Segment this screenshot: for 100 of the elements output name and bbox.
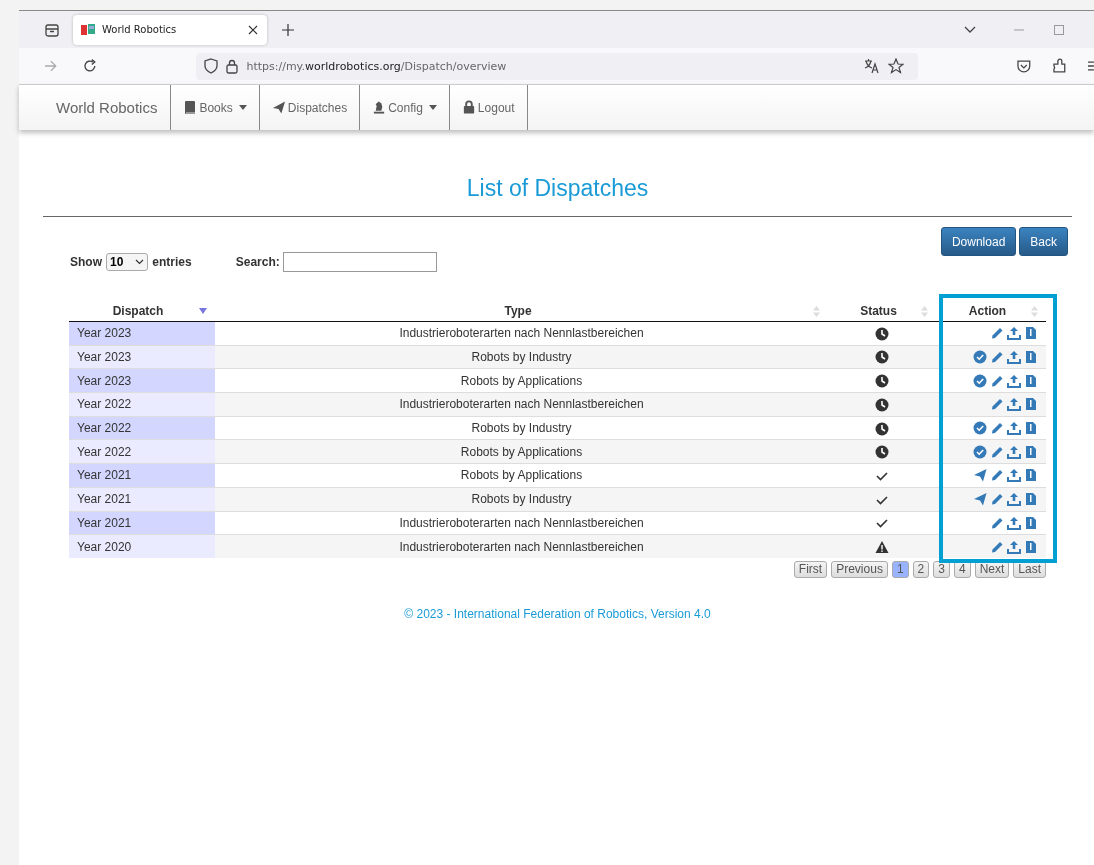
column-header[interactable]: Action (936, 301, 1046, 322)
table-cell: Year 2023 (69, 345, 215, 369)
search-label: Search: (235, 255, 280, 269)
pencil-icon[interactable] (990, 492, 1004, 507)
nav-menu-item[interactable]: Logout (449, 85, 528, 130)
lock-icon (226, 58, 239, 74)
pencil-icon[interactable] (990, 421, 1004, 436)
paper-plane-icon (271, 100, 286, 115)
file-icon[interactable] (1024, 373, 1038, 388)
file-icon[interactable] (1024, 350, 1038, 365)
pencil-icon[interactable] (990, 468, 1004, 483)
file-icon[interactable] (1024, 397, 1038, 412)
star-icon[interactable] (887, 58, 904, 74)
upload-icon[interactable] (1007, 373, 1021, 388)
clock-icon (875, 397, 889, 412)
table-cell: Year 2021 (69, 511, 215, 535)
file-icon[interactable] (1024, 421, 1038, 436)
nav-menu-item[interactable]: Dispatches (259, 85, 361, 130)
entries-select[interactable]: 10 (106, 253, 149, 271)
maximize-icon[interactable] (1054, 24, 1064, 35)
pencil-icon[interactable] (990, 373, 1004, 388)
upload-icon[interactable] (1007, 539, 1021, 554)
table-cell: Year 2022 (69, 416, 215, 440)
paper-plane-icon[interactable] (973, 492, 987, 507)
pencil-icon[interactable] (990, 397, 1004, 412)
show-label: Show (70, 255, 102, 269)
site-favicon-icon (81, 22, 95, 37)
file-icon[interactable] (1024, 468, 1038, 483)
column-header[interactable]: Type (215, 301, 828, 322)
pencil-icon[interactable] (990, 539, 1004, 554)
table-cell: Year 2022 (69, 439, 215, 464)
browser-tab[interactable]: World Robotics (73, 14, 267, 45)
clock-icon (875, 350, 889, 365)
check-circle-icon[interactable] (973, 373, 987, 388)
brand-link[interactable]: World Robotics (19, 85, 172, 130)
upload-icon[interactable] (1007, 421, 1021, 436)
file-icon[interactable] (1024, 539, 1038, 554)
table-cell: Robots by Applications (215, 463, 828, 488)
pencil-icon[interactable] (990, 350, 1004, 365)
upload-icon[interactable] (1007, 515, 1021, 530)
close-icon[interactable] (248, 24, 258, 35)
table-cell: Robots by Industry (215, 345, 828, 369)
upload-icon[interactable] (1007, 350, 1021, 365)
pagination-button[interactable]: 1 (891, 560, 909, 578)
upload-icon[interactable] (1007, 326, 1021, 341)
reload-icon[interactable] (82, 59, 97, 73)
clock-icon (875, 445, 889, 460)
check-circle-icon[interactable] (973, 444, 987, 459)
upload-icon[interactable] (1007, 397, 1021, 412)
file-icon[interactable] (1024, 492, 1038, 507)
address-bar[interactable]: https://my.worldrobotics.org/Dispatch/overview (196, 52, 918, 80)
sort-descending-icon (199, 308, 207, 314)
tab-overview-icon[interactable] (44, 21, 60, 38)
chevron-down-icon (135, 259, 145, 265)
paper-plane-icon[interactable] (973, 468, 987, 483)
table-cell: Industrieroboterarten nach Nennlastbereichen (215, 392, 828, 417)
nav-menu-item[interactable]: Books (171, 85, 260, 130)
pencil-icon[interactable] (990, 444, 1004, 459)
checkmark-icon (875, 516, 889, 531)
new-tab-icon[interactable] (282, 23, 294, 36)
search-field[interactable] (282, 252, 437, 272)
pagination-button[interactable]: First (793, 560, 828, 578)
pencil-icon[interactable] (990, 326, 1004, 341)
table-cell: Industrieroboterarten nach Nennlastbereichen (215, 511, 828, 535)
upload-icon[interactable] (1007, 444, 1021, 459)
action-button[interactable]: Back (1019, 227, 1068, 256)
pencil-icon[interactable] (990, 515, 1004, 530)
check-circle-icon[interactable] (973, 421, 987, 436)
pagination-button[interactable]: Previous (831, 560, 888, 578)
check-circle-icon[interactable] (973, 350, 987, 365)
entries-label: entries (152, 255, 192, 269)
file-icon[interactable] (1024, 444, 1038, 459)
shield-icon (204, 58, 219, 74)
table-cell: Year 2023 (69, 368, 215, 393)
file-icon[interactable] (1024, 515, 1038, 530)
table-cell: Year 2022 (69, 392, 215, 417)
table-cell: Robots by Applications (215, 439, 828, 464)
table-cell: Year 2021 (69, 463, 215, 488)
pocket-icon[interactable] (1015, 58, 1032, 74)
nav-menu-item[interactable]: Config (360, 85, 450, 130)
upload-icon[interactable] (1007, 492, 1021, 507)
table-cell: Year 2021 (69, 487, 215, 511)
tab-title: World Robotics (102, 24, 178, 35)
column-header[interactable]: Status (828, 301, 936, 322)
table-cell: Industrieroboterarten nach Nennlastbereichen (215, 321, 828, 346)
sort-icon (813, 305, 820, 317)
menu-icon[interactable] (1088, 60, 1094, 72)
chevron-down-icon[interactable] (964, 25, 976, 34)
warning-icon (875, 539, 889, 554)
translate-icon[interactable] (863, 58, 880, 74)
action-button[interactable]: Download (940, 227, 1017, 256)
column-header[interactable]: Dispatch (69, 301, 215, 322)
file-icon[interactable] (1024, 326, 1038, 341)
upload-icon[interactable] (1007, 468, 1021, 483)
clock-icon (875, 374, 889, 389)
table-cell: Robots by Industry (215, 416, 828, 440)
table-cell: Year 2023 (69, 321, 215, 346)
sort-icon (921, 305, 928, 317)
sort-icon (1031, 305, 1038, 317)
pagination-button[interactable]: 2 (912, 560, 930, 578)
